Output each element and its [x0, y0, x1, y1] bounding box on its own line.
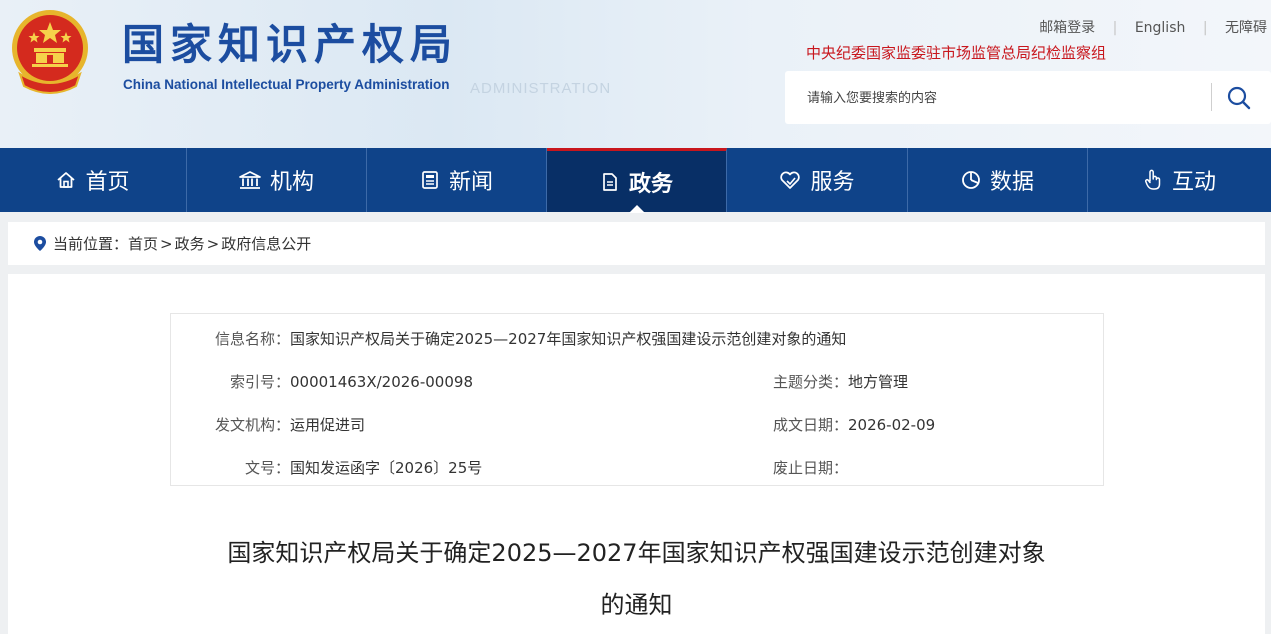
article-title-line1: 国家知识产权局关于确定2025—2027年国家知识产权强国建设示范创建对象	[227, 539, 1046, 567]
english-link[interactable]: English	[1135, 20, 1186, 36]
info-row-docno: 文号：国知发运函字〔2026〕25号	[171, 457, 482, 478]
breadcrumb-home-link[interactable]: 首页	[128, 233, 158, 254]
search-input[interactable]	[805, 85, 1189, 111]
nav-item-government-affairs[interactable]: 政务	[547, 148, 727, 213]
location-pin-icon	[34, 236, 46, 251]
site-subtitle: China National Intellectual Property Adm…	[123, 77, 450, 92]
content-panel: 信息名称：国家知识产权局关于确定2025—2027年国家知识产权强国建设示范创建…	[8, 274, 1265, 634]
breadcrumb-label: 当前位置：	[53, 235, 129, 253]
breadcrumb-separator: >	[160, 234, 173, 253]
nav-item-data[interactable]: 数据	[908, 148, 1088, 212]
nav-label: 新闻	[448, 170, 493, 195]
nav-item-news[interactable]: 新闻	[367, 148, 547, 212]
info-topic-value: 地方管理	[848, 373, 909, 391]
info-row-org: 发文机构：运用促进司	[171, 414, 365, 435]
accessibility-link[interactable]: 无障碍	[1225, 20, 1267, 36]
breadcrumb: 当前位置： 首页 > 政务 > 政府信息公开	[8, 222, 1265, 265]
site-title[interactable]: 国家知识产权局	[122, 20, 458, 70]
nav-label: 首页	[85, 170, 130, 195]
info-name-label: 信息名称：	[214, 330, 290, 348]
newspaper-icon	[422, 171, 438, 189]
nav-label: 机构	[269, 170, 314, 195]
info-table: 信息名称：国家知识产权局关于确定2025—2027年国家知识产权强国建设示范创建…	[170, 313, 1104, 486]
main-nav: 首页 机构 新闻 政务 服务 数据 互动	[0, 148, 1271, 213]
nav-item-institution[interactable]: 机构	[187, 148, 367, 212]
article-title-line2: 的通知	[600, 591, 673, 619]
pie-chart-icon	[962, 171, 980, 189]
nav-item-interaction[interactable]: 互动	[1088, 148, 1271, 212]
discipline-inspection-link[interactable]: 中央纪委国家监委驻市场监管总局纪检监察组	[806, 42, 1106, 63]
info-date-label: 成文日期：	[772, 416, 848, 434]
nav-label: 互动	[1171, 170, 1216, 195]
home-icon	[57, 172, 76, 188]
breadcrumb-affairs-link[interactable]: 政务	[175, 233, 205, 254]
info-row-index: 索引号：00001463X/2026-00098	[171, 371, 473, 392]
info-org-label: 发文机构：	[214, 416, 290, 434]
nav-item-home[interactable]: 首页	[0, 148, 187, 212]
search-box	[785, 71, 1271, 124]
breadcrumb-disclosure-link[interactable]: 政府信息公开	[221, 233, 311, 254]
info-expire-label: 废止日期：	[772, 459, 848, 477]
info-row-name: 信息名称：国家知识产权局关于确定2025—2027年国家知识产权强国建设示范创建…	[171, 328, 846, 349]
info-row-date: 成文日期：2026-02-09	[758, 414, 935, 435]
breadcrumb-separator: >	[206, 234, 220, 253]
top-links: 邮箱登录 | English | 无障碍	[1039, 17, 1267, 37]
link-divider: |	[1202, 20, 1208, 36]
info-index-value: 00001463X/2026-00098	[290, 373, 473, 391]
nav-label: 政务	[628, 171, 673, 197]
link-divider: |	[1112, 20, 1118, 36]
nav-label: 服务	[810, 170, 855, 195]
info-row-expire: 废止日期：	[758, 457, 848, 478]
info-row-topic: 主题分类：地方管理	[758, 371, 908, 392]
info-org-value: 运用促进司	[290, 416, 366, 434]
info-index-label: 索引号：	[229, 373, 290, 391]
mail-login-link[interactable]: 邮箱登录	[1039, 20, 1095, 36]
nav-label: 数据	[989, 170, 1034, 195]
header-watermark: ADMINISTRATION	[470, 80, 612, 97]
info-name-value: 国家知识产权局关于确定2025—2027年国家知识产权强国建设示范创建对象的通知	[290, 330, 847, 348]
nav-item-services[interactable]: 服务	[727, 148, 908, 212]
search-divider	[1211, 83, 1212, 111]
document-icon	[603, 172, 617, 191]
hand-pointer-icon	[1145, 169, 1161, 190]
institution-icon	[239, 171, 261, 189]
site-header: ADMINISTRATION 国家知识产权局 China National In…	[0, 0, 1271, 148]
info-topic-label: 主题分类：	[772, 373, 848, 391]
info-docno-value: 国知发运函字〔2026〕25号	[290, 459, 483, 477]
national-emblem-icon[interactable]	[10, 8, 90, 94]
heart-hand-icon	[780, 171, 801, 189]
search-icon[interactable]	[1225, 84, 1253, 112]
info-date-value: 2026-02-09	[848, 416, 936, 434]
info-docno-label: 文号：	[244, 459, 290, 477]
